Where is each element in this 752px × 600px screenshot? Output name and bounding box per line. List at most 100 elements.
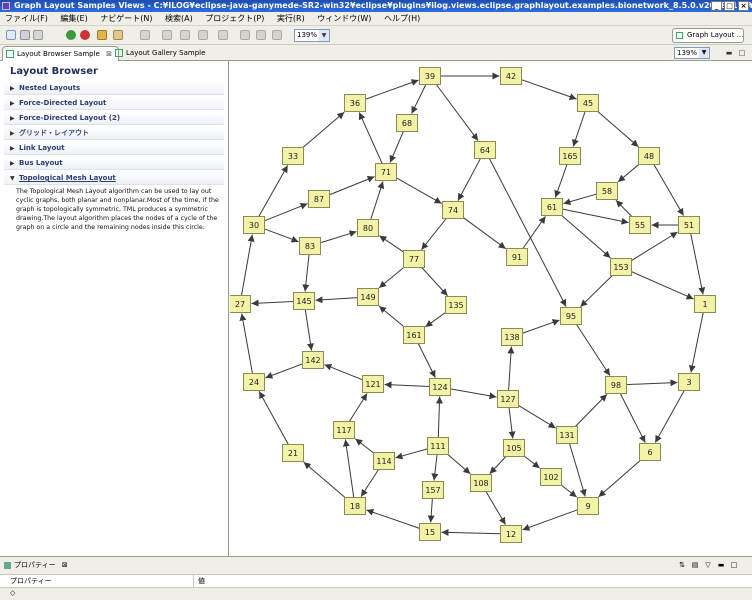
graph-edge-36-39[interactable] — [365, 79, 419, 100]
graph-edge-61-55[interactable] — [562, 208, 629, 225]
graph-edge-98-6[interactable] — [619, 393, 646, 443]
graph-node-18[interactable]: 18 — [344, 497, 366, 515]
graph-edge-131-9[interactable] — [569, 443, 587, 497]
graph-node-87[interactable]: 87 — [308, 190, 330, 208]
graph-edge-18-21[interactable] — [303, 461, 346, 498]
graph-node-77[interactable]: 77 — [403, 250, 425, 268]
graph-edge-157-15[interactable] — [427, 498, 435, 523]
menu-window[interactable]: ウィンドウ(W) — [312, 12, 376, 26]
graph-edge-114-18[interactable] — [360, 469, 379, 497]
graph-edge-61-153[interactable] — [561, 215, 611, 259]
maximize-view-icon[interactable]: □ — [737, 48, 747, 58]
graph-edge-83-145[interactable] — [302, 254, 310, 292]
graph-node-121[interactable]: 121 — [362, 375, 384, 393]
graph-edge-105-102[interactable] — [524, 455, 541, 469]
fit-icon[interactable] — [272, 30, 282, 40]
graph-edge-77-135[interactable] — [421, 267, 448, 297]
graph-edge-124-121[interactable] — [384, 381, 430, 389]
graph-edge-108-12[interactable] — [485, 491, 506, 525]
graph-edge-77-80[interactable] — [379, 235, 404, 253]
graph-node-39[interactable]: 39 — [419, 67, 441, 85]
graph-edge-111-124[interactable] — [435, 396, 443, 438]
forward-icon[interactable] — [198, 30, 208, 40]
graph-edge-18-117[interactable] — [342, 439, 355, 498]
graph-edge-30-33[interactable] — [258, 165, 289, 217]
section-nested-layouts[interactable]: ▶ Nested Layouts — [4, 82, 224, 95]
graph-node-68[interactable]: 68 — [396, 114, 418, 132]
graph-edge-91-61[interactable] — [522, 216, 546, 249]
graph-node-153[interactable]: 153 — [610, 258, 632, 276]
graph-edge-55-58[interactable] — [615, 199, 633, 217]
graph-edge-83-80[interactable] — [320, 230, 357, 244]
graph-node-45[interactable]: 45 — [577, 94, 599, 112]
graph-node-12[interactable]: 12 — [500, 525, 522, 543]
graph-node-48[interactable]: 48 — [638, 147, 660, 165]
menu-project[interactable]: プロジェクト(P) — [200, 12, 269, 26]
graph-node-61[interactable]: 61 — [541, 198, 563, 216]
graph-node-149[interactable]: 149 — [357, 288, 379, 306]
column-divider[interactable] — [193, 575, 194, 588]
menu-edit[interactable]: 編集(E) — [55, 12, 92, 26]
graph-edge-98-3[interactable] — [626, 379, 678, 387]
graph-edge-165-61[interactable] — [554, 164, 568, 198]
graph-node-1[interactable]: 1 — [694, 295, 716, 313]
graph-edge-161-124[interactable] — [417, 343, 436, 378]
graph-edge-74-91[interactable] — [463, 217, 506, 250]
graph-node-95[interactable]: 95 — [560, 307, 582, 325]
graph-node-33[interactable]: 33 — [282, 147, 304, 165]
graph-node-111[interactable]: 111 — [427, 437, 449, 455]
graph-edge-30-83[interactable] — [264, 228, 299, 243]
graph-edge-127-131[interactable] — [518, 404, 556, 429]
graph-edge-64-74[interactable] — [457, 158, 481, 201]
graph-edge-131-98[interactable] — [574, 393, 608, 427]
graph-edge-87-71[interactable] — [329, 175, 375, 196]
graph-node-30[interactable]: 30 — [243, 216, 265, 234]
close-icon[interactable]: ⊠ — [62, 561, 68, 569]
graph-edge-30-87[interactable] — [264, 202, 308, 222]
graph-node-98[interactable]: 98 — [605, 376, 627, 394]
canvas-zoom-select[interactable]: 139% ▼ — [674, 47, 710, 59]
graph-edge-153-1[interactable] — [631, 271, 694, 300]
graph-edge-149-145[interactable] — [315, 296, 358, 304]
graph-edge-48-51[interactable] — [653, 164, 685, 216]
graph-node-3[interactable]: 3 — [678, 373, 700, 391]
graph-edge-6-9[interactable] — [598, 460, 641, 498]
back-icon[interactable] — [180, 30, 190, 40]
history-icon[interactable] — [218, 30, 228, 40]
graph-node-74[interactable]: 74 — [442, 201, 464, 219]
graph-node-114[interactable]: 114 — [373, 452, 395, 470]
section-link-layout[interactable]: ▶ Link Layout — [4, 142, 224, 155]
maximize-button[interactable]: □ — [724, 1, 735, 11]
undo-icon[interactable] — [162, 30, 172, 40]
graph-edge-145-27[interactable] — [251, 299, 294, 307]
graph-edge-51-1[interactable] — [690, 233, 706, 295]
graph-edge-111-157[interactable] — [431, 454, 439, 481]
graph-edge-24-27[interactable] — [239, 313, 253, 374]
graph-node-124[interactable]: 124 — [429, 378, 451, 396]
graph-edge-111-114[interactable] — [395, 448, 428, 460]
graph-node-161[interactable]: 161 — [403, 326, 425, 344]
graph-node-145[interactable]: 145 — [293, 292, 315, 310]
graph-node-105[interactable]: 105 — [503, 439, 525, 457]
view-menu-icon[interactable]: ▽ — [703, 560, 713, 570]
graph-node-6[interactable]: 6 — [639, 443, 661, 461]
graph-edge-138-95[interactable] — [522, 319, 560, 334]
zoom-out-icon[interactable] — [256, 30, 266, 40]
section-force-directed[interactable]: ▶ Force-Directed Layout — [4, 97, 224, 110]
graph-edge-77-149[interactable] — [378, 267, 405, 289]
section-bus-layout[interactable]: ▶ Bus Layout — [4, 157, 224, 170]
new-icon[interactable] — [6, 30, 16, 40]
edit-icon[interactable] — [140, 30, 150, 40]
graph-edge-9-12[interactable] — [522, 509, 578, 531]
run-icon[interactable] — [66, 30, 76, 40]
graph-edge-27-30[interactable] — [241, 234, 255, 296]
graph-edge-124-127[interactable] — [450, 388, 497, 400]
graph-node-9[interactable]: 9 — [577, 497, 599, 515]
minimize-button[interactable]: _ — [711, 1, 722, 11]
menu-navigate[interactable]: ナビゲート(N) — [95, 12, 157, 26]
maximize-view-icon[interactable]: □ — [729, 560, 739, 570]
graph-edge-135-161[interactable] — [425, 312, 446, 328]
graph-edge-127-138[interactable] — [507, 346, 515, 391]
graph-node-21[interactable]: 21 — [282, 444, 304, 462]
graph-edge-39-64[interactable] — [435, 84, 479, 141]
